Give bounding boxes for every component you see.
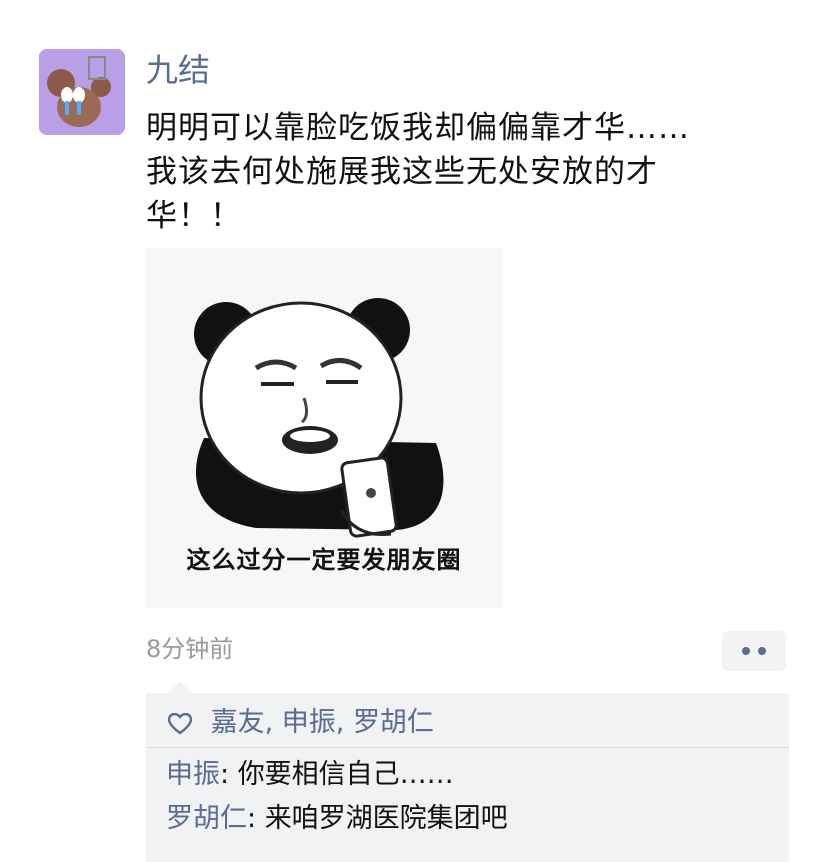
comment-text: 来咱罗湖医院集团吧 bbox=[264, 803, 508, 834]
post-text-line: 华！！ bbox=[146, 198, 242, 234]
avatar-image bbox=[39, 49, 125, 135]
avatar[interactable] bbox=[39, 49, 125, 135]
heart-outline-icon bbox=[168, 712, 192, 735]
comment-author[interactable]: 申振 bbox=[166, 759, 220, 790]
comment-box-pointer bbox=[168, 681, 192, 693]
comment-colon: : bbox=[247, 803, 265, 834]
more-actions-button[interactable] bbox=[722, 631, 786, 671]
like-separator: , bbox=[335, 707, 353, 738]
dot-icon bbox=[742, 647, 750, 655]
image-caption: 这么过分一定要发朋友圈 bbox=[186, 546, 462, 574]
post-text-line: 我该去何处施展我这些无处安放的才 bbox=[146, 154, 658, 190]
author-name[interactable]: 九结 bbox=[146, 50, 210, 90]
like-name[interactable]: 嘉友 bbox=[211, 707, 265, 738]
like-separator: , bbox=[264, 707, 282, 738]
post-time: 8分钟前 bbox=[146, 635, 234, 663]
like-name[interactable]: 罗胡仁 bbox=[353, 707, 434, 738]
likes-divider bbox=[146, 747, 789, 748]
likes-comments-panel: 嘉友, 申振, 罗胡仁 申振: 你要相信自己…… 罗胡仁: 来咱罗湖医院集团吧 bbox=[146, 693, 789, 862]
post-image[interactable]: 这么过分一定要发朋友圈 bbox=[146, 248, 502, 608]
likes-row: 嘉友, 申振, 罗胡仁 bbox=[168, 703, 434, 743]
post-text: 明明可以靠脸吃饭我却偏偏靠才华…… 我该去何处施展我这些无处安放的才 华！！ bbox=[146, 106, 726, 238]
comment-colon: : bbox=[220, 759, 238, 790]
like-name[interactable]: 申振 bbox=[282, 707, 336, 738]
dot-icon bbox=[758, 647, 766, 655]
comment-author[interactable]: 罗胡仁 bbox=[166, 803, 247, 834]
comment-item[interactable]: 罗胡仁: 来咱罗湖医院集团吧 bbox=[166, 799, 508, 839]
post-text-line: 明明可以靠脸吃饭我却偏偏靠才华…… bbox=[146, 110, 690, 146]
comment-text: 你要相信自己…… bbox=[237, 759, 454, 790]
comment-item[interactable]: 申振: 你要相信自己…… bbox=[166, 755, 454, 795]
